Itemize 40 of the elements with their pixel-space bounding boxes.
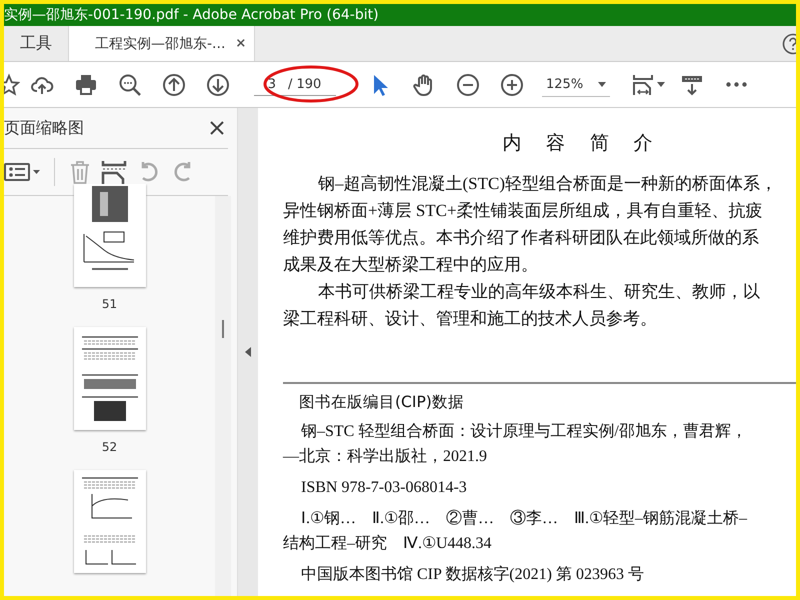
text-line: —北京：科学出版社，2021.9 bbox=[283, 446, 487, 467]
page-thumbnail[interactable] bbox=[74, 470, 146, 573]
window-title: 实例—邵旭东-001-190.pdf - Adobe Acrobat Pro (64-bit) bbox=[4, 4, 796, 26]
fit-page-icon bbox=[631, 72, 655, 96]
text-line: 维护费用低等优点。本书介绍了作者科研团队在此领域所做的系 bbox=[283, 227, 759, 249]
close-icon[interactable] bbox=[210, 121, 224, 135]
section-heading: 内 容 简 介 bbox=[501, 132, 658, 156]
zoom-dropdown[interactable]: 125% bbox=[542, 72, 610, 96]
text-line: 钢–STC 轻型组合桥面：设计原理与工程实例/邵旭东，曹君辉， bbox=[300, 422, 747, 442]
text-line: 成果及在大型桥梁工程中的应用。 bbox=[283, 254, 538, 276]
page-count: / 190 bbox=[288, 76, 322, 92]
more-icon bbox=[726, 82, 746, 87]
search-icon bbox=[118, 72, 142, 96]
page-number-field[interactable]: 3 bbox=[254, 76, 276, 92]
insert-page-icon[interactable] bbox=[101, 159, 127, 185]
print-icon bbox=[74, 72, 98, 96]
text-line: 梁工程科研、设计、管理和施工的技术人员参考。 bbox=[283, 308, 657, 330]
scrollbar[interactable] bbox=[215, 196, 232, 596]
page-thumbnail[interactable] bbox=[74, 184, 146, 287]
star-icon bbox=[4, 72, 20, 96]
text-line: ISBN 978-7-03-068014-3 bbox=[300, 478, 467, 498]
tab[interactable]: 工程实例—邵旭东-... × bbox=[69, 26, 256, 61]
options-list-icon[interactable] bbox=[4, 162, 40, 182]
text-line: 结构工程–研究 Ⅳ.①U448.34 bbox=[283, 534, 492, 554]
arrow-up-circle-icon bbox=[162, 72, 186, 96]
close-tab-icon[interactable]: × bbox=[235, 36, 246, 51]
arrow-down-circle-icon bbox=[206, 72, 230, 96]
zoom-out-icon bbox=[456, 72, 480, 96]
text-line: 本书可供桥梁工程专业的高年级本科生、研究生、教师，以 bbox=[317, 281, 760, 303]
collapse-arrow-icon[interactable] bbox=[245, 347, 252, 357]
text-line: 中国版本图书馆 CIP 数据核字(2021) 第 023963 号 bbox=[300, 564, 644, 585]
text-line: 钢–超高韧性混凝土(STC)轻型组合桥面是一种新的桥面体系， bbox=[317, 173, 777, 195]
page-number: 51 bbox=[102, 297, 118, 311]
zoom-in-icon bbox=[500, 72, 524, 96]
cip-heading: 图书在版编目(CIP)数据 bbox=[299, 392, 464, 413]
text-line: Ⅰ.①钢… Ⅱ.①邵… ②曹… ③李… Ⅲ.①轻型–钢筋混凝土桥– bbox=[300, 508, 747, 529]
text-line: 异性钢桥面+薄层 STC+柔性铺装面层所组成，具有自重轻、抗疲 bbox=[283, 200, 763, 222]
page-number: 52 bbox=[102, 440, 118, 454]
panel-title: 页面缩略图 bbox=[4, 118, 84, 138]
page-thumbnail[interactable] bbox=[74, 327, 146, 430]
